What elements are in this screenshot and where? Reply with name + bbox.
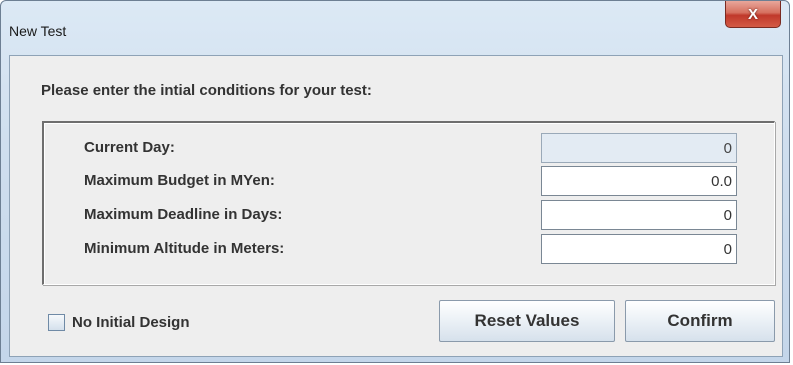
close-icon: X (747, 5, 758, 23)
max-deadline-label: Maximum Deadline in Days: (84, 206, 283, 223)
new-test-window: New Test X Please enter the intial condi… (0, 0, 790, 363)
max-budget-field[interactable] (541, 166, 737, 196)
current-day-label: Current Day: (84, 139, 175, 156)
min-altitude-label: Minimum Altitude in Meters: (84, 240, 285, 257)
field-row-min-altitude: Minimum Altitude in Meters: (44, 234, 774, 264)
no-initial-design-checkbox[interactable] (48, 314, 65, 331)
min-altitude-field[interactable] (541, 234, 737, 264)
close-button[interactable]: X (725, 1, 781, 28)
field-row-current-day: Current Day: (44, 133, 774, 163)
max-budget-label: Maximum Budget in MYen: (84, 172, 275, 189)
reset-values-button[interactable]: Reset Values (439, 300, 615, 342)
dialog-content: Please enter the intial conditions for y… (9, 55, 783, 357)
conditions-panel: Current Day: Maximum Budget in MYen: Max… (42, 121, 775, 285)
prompt-text: Please enter the intial conditions for y… (41, 82, 372, 99)
window-title: New Test (9, 23, 67, 39)
max-deadline-field[interactable] (541, 200, 737, 230)
current-day-field (541, 133, 737, 163)
title-bar[interactable]: New Test X (1, 1, 789, 45)
field-row-max-deadline: Maximum Deadline in Days: (44, 200, 774, 230)
no-initial-design-option[interactable]: No Initial Design (48, 314, 190, 331)
field-row-max-budget: Maximum Budget in MYen: (44, 166, 774, 196)
confirm-button[interactable]: Confirm (625, 300, 775, 342)
no-initial-design-label: No Initial Design (72, 314, 190, 331)
